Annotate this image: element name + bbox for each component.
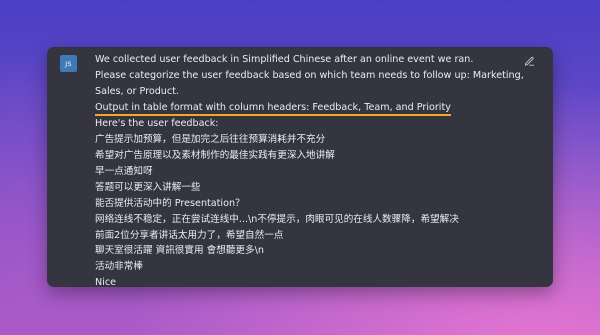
feedback-item: 活动非常棒 (95, 261, 143, 273)
feedback-item: Nice (95, 277, 117, 287)
feedback-item: 广告提示加预算，但是加完之后往往预算消耗并不充分 (95, 134, 326, 146)
message-line: Sales, or Product. (95, 85, 179, 97)
feedback-item: 前面2位分享者讲话太用力了，希望自然一点 (95, 229, 284, 241)
message-line: We collected user feedback in Simplified… (95, 54, 474, 65)
message-line: Please categorize the user feedback base… (95, 69, 524, 81)
feedback-item: 答题可以更深入讲解一些 (95, 181, 201, 193)
user-message: We collected user feedback in Simplified… (95, 52, 524, 287)
feedback-item: 早一点通知呀 (95, 165, 153, 177)
feedback-item: 聊天室很活躍 資訊很實用 會想聽更多\n (95, 245, 264, 257)
feedback-item: 网络连线不稳定，正在尝试连线中...\n不停提示，肉眼可见的在线人数骤降，希望解… (95, 213, 459, 225)
message-line: Here's the user feedback: (95, 118, 219, 130)
avatar-initials: JS (65, 59, 72, 68)
pencil-edit-icon (524, 56, 534, 66)
avatar: JS (60, 55, 77, 72)
edit-message-button[interactable] (522, 54, 536, 68)
feedback-item: 能否提供活动中的 Presentation？ (95, 197, 245, 209)
feedback-item: 希望对广告原理以及素材制作的最佳实践有更深入地讲解 (95, 150, 335, 162)
chat-message-card: JS We collected user feedback in Simplif… (47, 47, 553, 287)
message-line-highlighted: Output in table format with column heade… (95, 100, 515, 117)
highlighted-instruction: Output in table format with column heade… (95, 101, 451, 117)
